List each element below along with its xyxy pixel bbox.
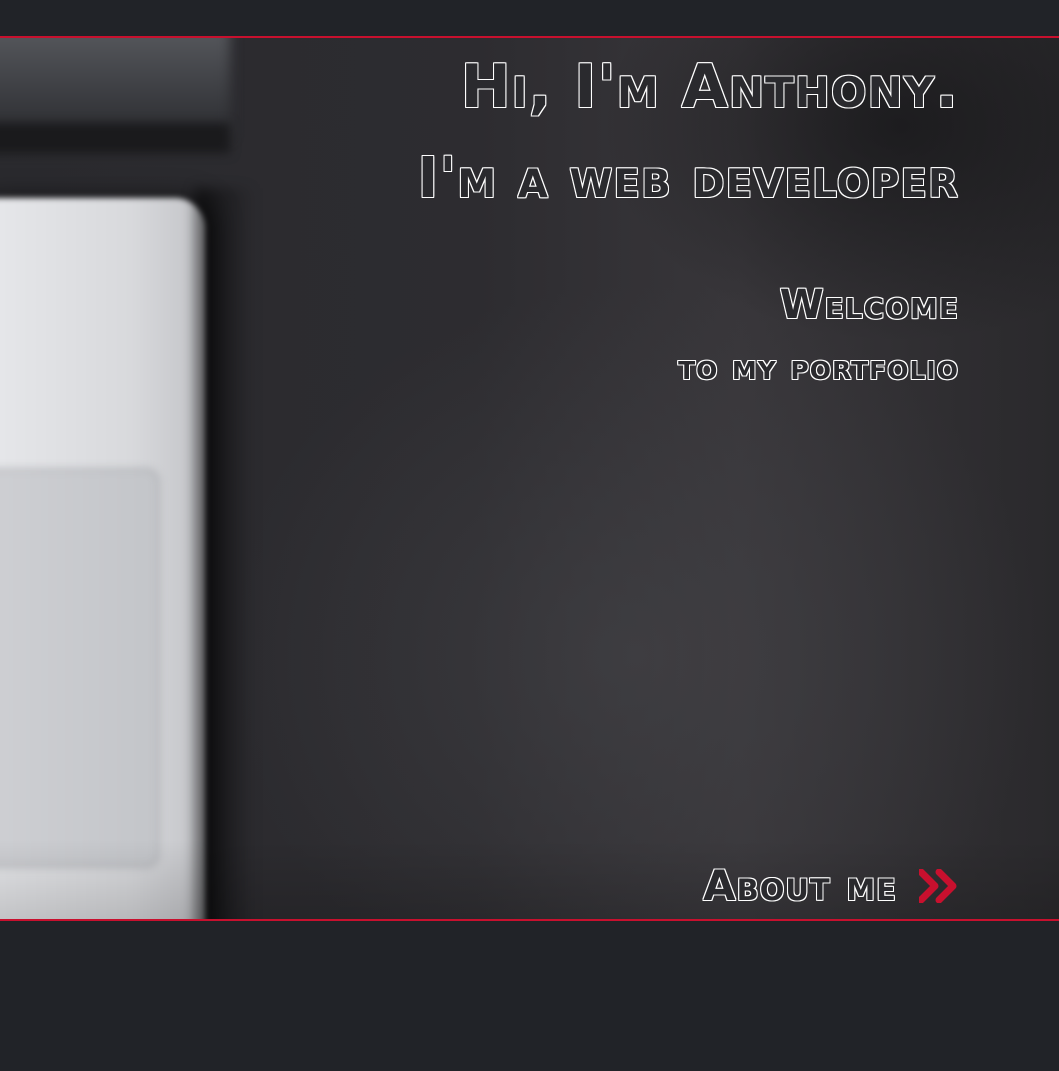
double-chevron-right-icon [917, 868, 959, 904]
about-me-label: About me [703, 861, 897, 910]
top-bar [0, 0, 1059, 36]
hero-section: Hi, I'm Anthony. I'm a web developer Wel… [0, 36, 1059, 921]
laptop-shadow [195, 188, 255, 919]
laptop-hinge-image [0, 123, 230, 153]
about-me-link[interactable]: About me [703, 858, 959, 914]
hero-role: I'm a web developer [417, 146, 959, 211]
trackpad-image [0, 468, 160, 868]
hero-welcome: Welcome [779, 282, 959, 328]
hero-greeting: Hi, I'm Anthony. [460, 52, 959, 122]
page-footer-area [0, 921, 1059, 1071]
hero-subtitle: to my portfolio [678, 347, 959, 388]
